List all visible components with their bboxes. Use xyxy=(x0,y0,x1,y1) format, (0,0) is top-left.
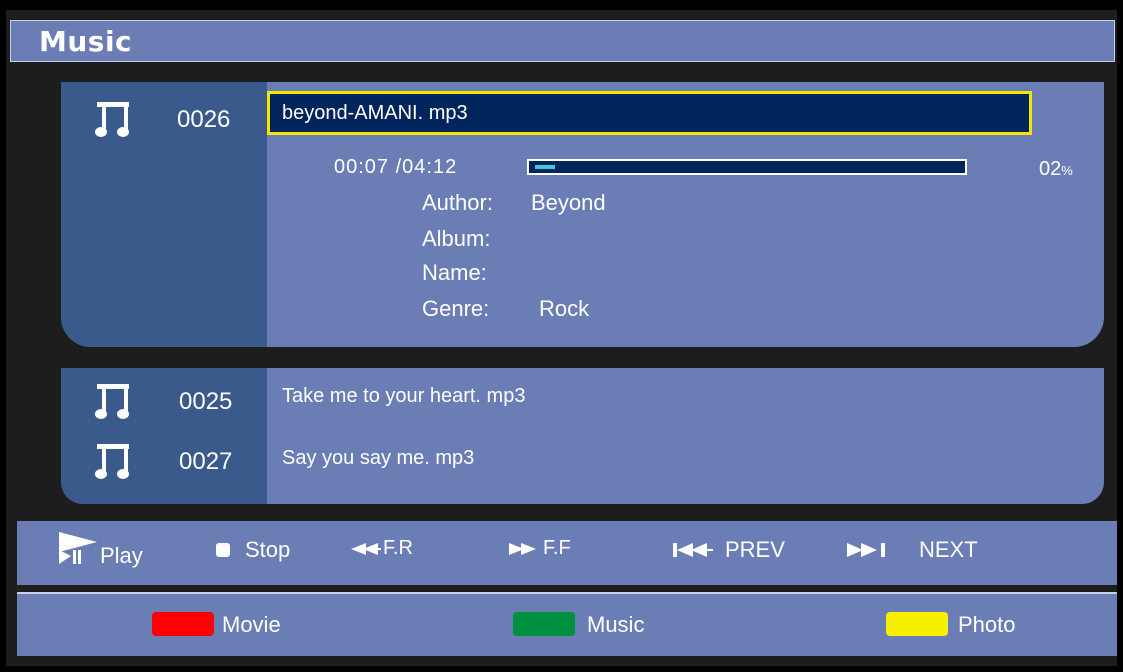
progress-percent-value: 02 xyxy=(1039,158,1062,180)
title-bar: Music xyxy=(10,20,1115,62)
fast-rewind-button[interactable]: F.R xyxy=(351,537,413,560)
next-label: NEXT xyxy=(919,537,978,562)
green-key-icon xyxy=(513,612,575,636)
music-note-icon xyxy=(95,102,129,137)
fast-forward-button[interactable]: F.F xyxy=(509,537,571,560)
stop-icon xyxy=(216,543,230,557)
yellow-key-icon xyxy=(886,612,948,636)
name-label: Name: xyxy=(422,260,487,285)
author-value: Beyond xyxy=(531,190,606,215)
rewind-icon xyxy=(351,542,381,555)
stop-button[interactable]: Stop xyxy=(215,537,290,563)
author-label: Author: xyxy=(422,190,493,215)
previous-label: PREV xyxy=(725,537,785,562)
fast-forward-label: F.F xyxy=(543,537,571,559)
playback-controls-bar: Play Stop F.R F.F PREV NEXT xyxy=(17,521,1117,585)
progress-percent-sign: % xyxy=(1061,163,1073,178)
music-note-icon xyxy=(95,384,129,419)
page-title: Music xyxy=(39,25,133,58)
playback-time: 00:07 /04:12 xyxy=(334,156,458,178)
color-buttons-bar: Movie Music Photo xyxy=(17,592,1117,656)
album-label: Album: xyxy=(422,226,491,251)
progress-fill xyxy=(535,165,555,169)
progress-bar[interactable] xyxy=(527,159,967,175)
movie-label: Movie xyxy=(222,612,281,637)
list-item-filename: Take me to your heart. mp3 xyxy=(282,385,526,407)
genre-value: Rock xyxy=(539,296,590,321)
now-playing-filename: beyond-AMANI. mp3 xyxy=(282,102,468,124)
playlist-index-column xyxy=(61,368,267,504)
now-playing-number: 0026 xyxy=(177,106,231,133)
music-note-icon xyxy=(95,444,129,479)
play-pause-icon xyxy=(59,532,97,564)
now-playing-panel: 0026 beyond-AMANI. mp3 00:07 /04:12 02% … xyxy=(61,82,1104,347)
playlist-panel: 0025 Take me to your heart. mp3 0027 Say… xyxy=(61,368,1104,504)
previous-button[interactable]: PREV xyxy=(673,537,785,563)
now-playing-item[interactable]: beyond-AMANI. mp3 xyxy=(267,91,1032,135)
play-button[interactable]: Play xyxy=(57,527,143,569)
list-item-number: 0025 xyxy=(179,388,233,415)
play-label: Play xyxy=(100,543,143,568)
now-playing-index-column xyxy=(61,82,267,347)
skip-previous-icon xyxy=(673,543,713,557)
genre-label: Genre: xyxy=(422,296,490,321)
progress-percent: 02% xyxy=(1039,158,1073,181)
skip-next-icon xyxy=(847,543,885,557)
music-label: Music xyxy=(587,612,645,637)
fast-rewind-label: F.R xyxy=(383,537,413,559)
fast-forward-icon xyxy=(509,542,536,555)
list-item-filename: Say you say me. mp3 xyxy=(282,447,475,469)
photo-label: Photo xyxy=(958,612,1016,637)
red-key-icon xyxy=(152,612,214,636)
next-button[interactable]: NEXT xyxy=(847,537,978,563)
list-item-number: 0027 xyxy=(179,448,233,475)
stop-label: Stop xyxy=(245,537,291,562)
